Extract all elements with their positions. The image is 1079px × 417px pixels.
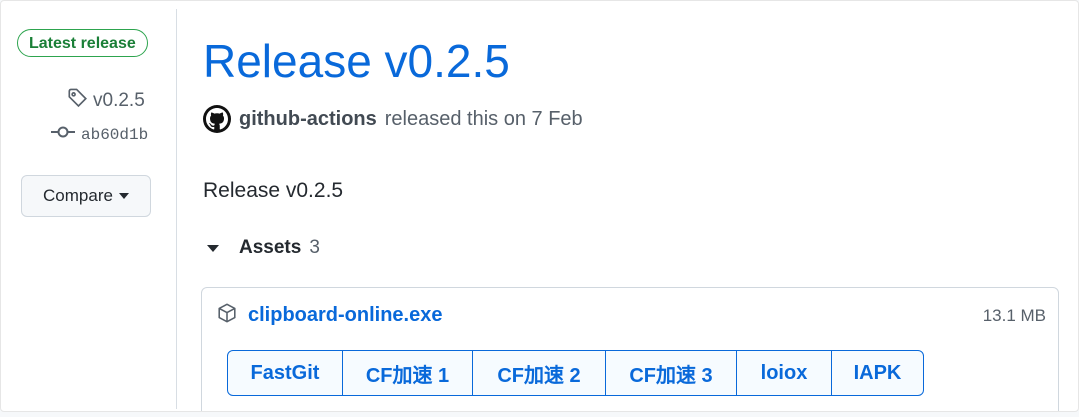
release-body: Release v0.2.5 xyxy=(203,179,344,202)
assets-label: Assets xyxy=(239,237,302,258)
released-text: released this on 7 Feb xyxy=(384,107,583,130)
release-page: Latest release v0.2.5 ab60d1b Compare Re… xyxy=(0,0,1079,412)
mirror-fastgit-button[interactable]: FastGit xyxy=(227,350,343,396)
commit-icon xyxy=(51,125,75,144)
latest-release-badge: Latest release xyxy=(17,29,148,57)
mirror-cf2-button[interactable]: CF加速 2 xyxy=(472,350,606,396)
tag-label: v0.2.5 xyxy=(93,90,145,111)
release-title[interactable]: Release v0.2.5 xyxy=(203,33,510,89)
package-icon xyxy=(216,302,238,329)
compare-label: Compare xyxy=(43,186,113,205)
mirror-loiox-button[interactable]: loiox xyxy=(736,350,832,396)
compare-button[interactable]: Compare xyxy=(21,175,151,217)
commit-hash: ab60d1b xyxy=(81,125,149,144)
asset-size: 13.1 MB xyxy=(982,305,1046,325)
asset-item: clipboard-online.exe 13.1 MB FastGit CF加… xyxy=(201,287,1059,411)
release-meta: github-actions released this on 7 Feb xyxy=(203,105,583,133)
triangle-down-icon xyxy=(207,244,219,252)
commit-link[interactable]: ab60d1b xyxy=(51,125,148,144)
assets-toggle[interactable]: Assets 3 xyxy=(207,237,320,259)
github-avatar-icon[interactable] xyxy=(203,105,231,133)
author-name[interactable]: github-actions xyxy=(239,108,377,131)
asset-row: clipboard-online.exe 13.1 MB xyxy=(216,302,1046,329)
asset-download-link[interactable]: clipboard-online.exe xyxy=(248,304,442,327)
tag-link[interactable]: v0.2.5 xyxy=(67,87,145,115)
tag-icon xyxy=(67,87,89,115)
chevron-down-icon xyxy=(118,193,129,199)
mirror-cf1-button[interactable]: CF加速 1 xyxy=(342,350,473,396)
column-divider xyxy=(176,9,177,409)
assets-count: 3 xyxy=(309,237,320,258)
mirror-iapk-button[interactable]: IAPK xyxy=(831,350,924,396)
mirror-cf3-button[interactable]: CF加速 3 xyxy=(605,350,737,396)
mirror-button-group: FastGit CF加速 1 CF加速 2 CF加速 3 loiox IAPK xyxy=(227,350,924,396)
